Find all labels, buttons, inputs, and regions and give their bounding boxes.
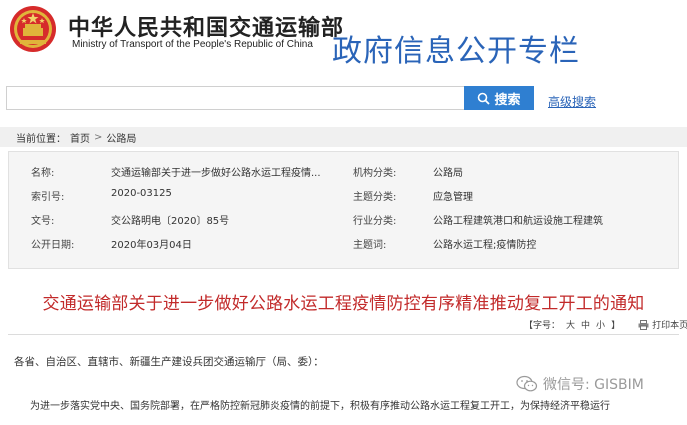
print-page-link[interactable]: 打印本页 xyxy=(638,318,687,331)
document-title: 交通运输部关于进一步做好公路水运工程疫情防控有序精准推动复工开工的通知 xyxy=(42,294,645,314)
keywords-value: 公路水运工程;疫情防控 xyxy=(433,240,537,251)
org-category-value: 公路局 xyxy=(433,168,463,179)
wechat-icon xyxy=(516,375,538,392)
ministry-name-cn: 中华人民共和国交通运输部 xyxy=(68,16,345,41)
index-label: 索引号: xyxy=(31,192,65,203)
search-button-label: 搜索 xyxy=(494,92,521,108)
metadata-row: 公开日期: 2020年03月04日 主题词: 公路水运工程;疫情防控 xyxy=(9,236,678,256)
watermark-text: 微信号: GISBIM xyxy=(543,377,644,393)
breadcrumb: 当前位置： 首页 > 公路局 xyxy=(0,127,687,147)
content-divider xyxy=(8,334,679,335)
font-size-label: 【字号： xyxy=(524,321,561,331)
breadcrumb-home[interactable]: 首页 xyxy=(70,130,90,145)
name-value: 交通运输部关于进一步做好公路水运工程疫情... xyxy=(111,168,321,179)
breadcrumb-separator: > xyxy=(94,131,103,143)
publish-date-label: 公开日期: xyxy=(31,240,75,251)
ministry-name-en: Ministry of Transport of the People's Re… xyxy=(72,39,313,50)
keywords-label: 主题词: xyxy=(353,240,387,251)
name-label: 名称: xyxy=(31,168,55,179)
print-page-label: 打印本页 xyxy=(652,321,687,331)
metadata-row: 文号: 交公路明电〔2020〕85号 行业分类: 公路工程建筑港口和航运设施工程… xyxy=(9,212,678,232)
publish-date-value: 2020年03月04日 xyxy=(111,240,192,251)
national-emblem-icon xyxy=(10,6,56,52)
document-paragraph: 各省、自治区、直辖市、新疆生产建设兵团交通运输厅（局、委）： xyxy=(14,356,324,368)
wechat-watermark: 微信号: GISBIM xyxy=(516,374,644,394)
search-button[interactable]: 搜索 xyxy=(464,86,534,110)
font-size-medium[interactable]: 中 xyxy=(581,318,590,331)
industry-category-value: 公路工程建筑港口和航运设施工程建筑 xyxy=(433,216,603,227)
font-size-end: 】 xyxy=(611,321,621,331)
industry-category-label: 行业分类: xyxy=(353,216,397,227)
breadcrumb-highway-bureau[interactable]: 公路局 xyxy=(106,130,136,145)
index-value: 2020-03125 xyxy=(111,188,172,199)
doc-number-label: 文号: xyxy=(31,216,55,227)
search-icon xyxy=(478,92,491,105)
font-size-large[interactable]: 大 xyxy=(566,318,575,331)
doc-number-value: 交公路明电〔2020〕85号 xyxy=(111,216,230,227)
breadcrumb-prefix: 当前位置： xyxy=(16,133,66,145)
document-tools: 【字号： 大 中 小 】 打印本页 xyxy=(524,318,687,331)
font-size-small[interactable]: 小 xyxy=(596,318,605,331)
search-bar: 搜索 高级搜索 xyxy=(0,84,687,114)
advanced-search-link[interactable]: 高级搜索 xyxy=(548,93,596,110)
search-input[interactable] xyxy=(6,86,464,110)
document-metadata-table: 名称: 交通运输部关于进一步做好公路水运工程疫情... 机构分类: 公路局 索引… xyxy=(8,151,679,269)
printer-icon xyxy=(638,319,649,330)
site-header: 中华人民共和国交通运输部 Ministry of Transport of th… xyxy=(0,0,687,78)
topic-category-value: 应急管理 xyxy=(433,192,473,203)
metadata-row: 索引号: 2020-03125 主题分类: 应急管理 xyxy=(9,188,678,208)
topic-category-label: 主题分类: xyxy=(353,192,397,203)
document-paragraph: 为进一步落实党中央、国务院部署，在严格防控新冠肺炎疫情的前提下，积极有序推动公路… xyxy=(30,401,610,412)
metadata-row: 名称: 交通运输部关于进一步做好公路水运工程疫情... 机构分类: 公路局 xyxy=(9,164,678,184)
column-title: 政府信息公开专栏 xyxy=(332,34,580,69)
org-category-label: 机构分类: xyxy=(353,168,397,179)
